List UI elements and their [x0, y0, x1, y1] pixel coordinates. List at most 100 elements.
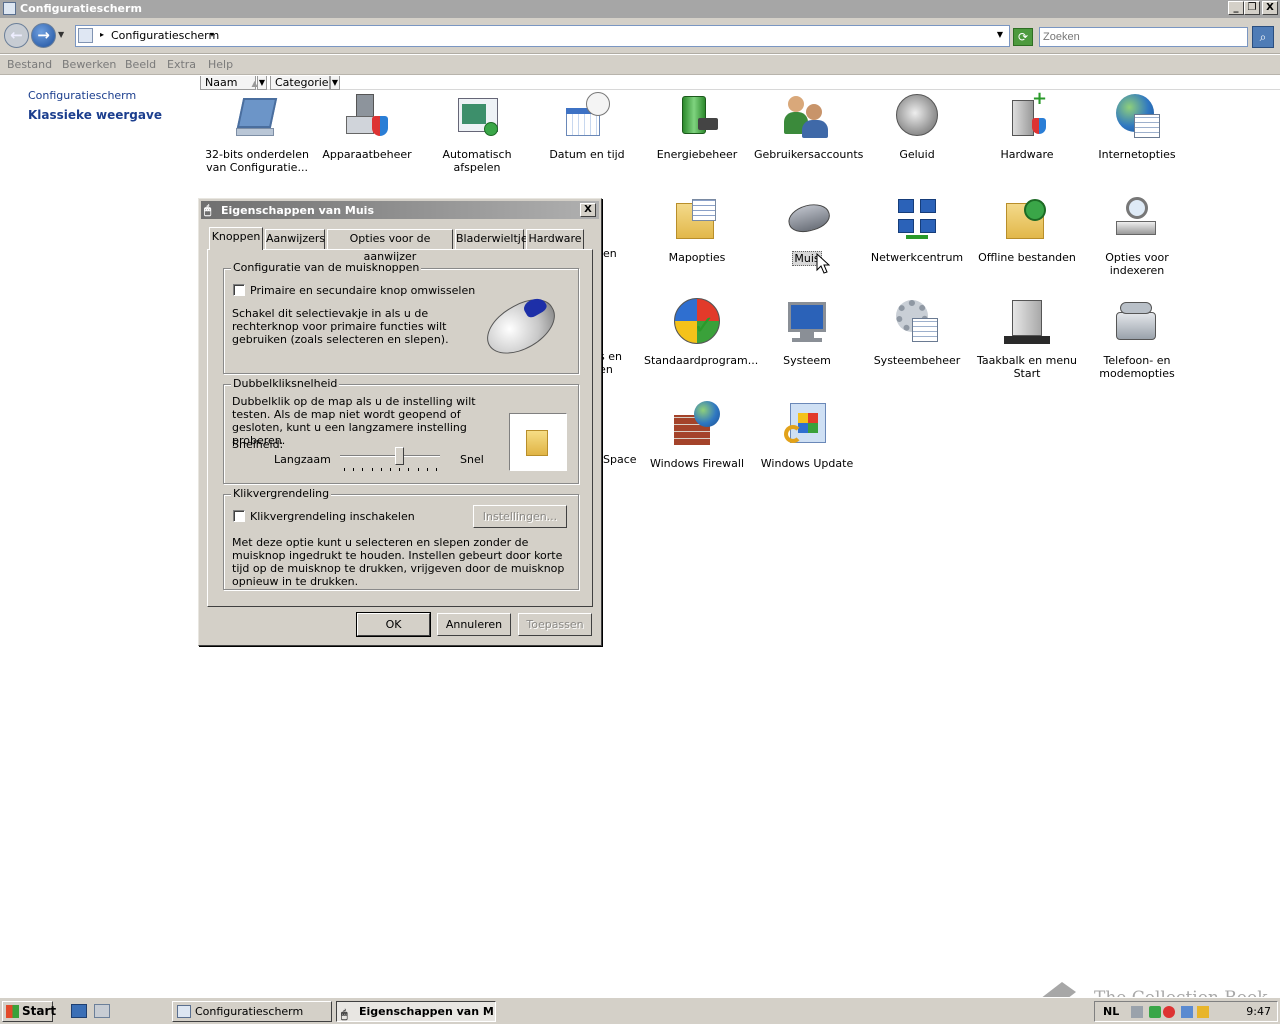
menu-tools[interactable]: Extra: [167, 58, 196, 71]
task-label: Configuratiescherm: [195, 1005, 304, 1018]
item-phone-modem[interactable]: Telefoon- en modemopties: [1082, 296, 1192, 386]
item-label: Mapopties: [668, 251, 726, 264]
ok-button[interactable]: OK: [357, 613, 430, 636]
dialog-close-button[interactable]: X: [580, 203, 596, 217]
close-button[interactable]: X: [1262, 1, 1278, 15]
tab-hardware[interactable]: Hardware: [526, 229, 584, 249]
menu-view[interactable]: Beeld: [125, 58, 156, 71]
item-label: Internetopties: [1098, 148, 1176, 161]
default-programs-icon: ✓: [672, 298, 722, 348]
control-panel-home-link[interactable]: Configuratiescherm: [28, 89, 136, 102]
back-button[interactable]: ←: [4, 23, 29, 48]
menu-file[interactable]: Bestand: [7, 58, 52, 71]
search-button[interactable]: ⌕: [1252, 26, 1274, 48]
folder-options-icon: [672, 195, 722, 245]
swap-buttons-label[interactable]: Primaire en secundaire knop omwisselen: [250, 284, 475, 297]
slider-tick: [399, 468, 401, 471]
show-desktop-icon[interactable]: [71, 1004, 87, 1018]
column-name[interactable]: Naam ▲: [200, 76, 258, 90]
item-32bit[interactable]: 32-bits onderdelen van Configuratie...: [202, 90, 312, 180]
slider-tick: [371, 468, 373, 471]
mouse-icon: 🖱: [204, 203, 212, 217]
switch-windows-icon[interactable]: [94, 1004, 110, 1018]
refresh-button[interactable]: ⟳: [1013, 28, 1033, 46]
column-name-dropdown[interactable]: ▼: [257, 76, 267, 90]
item-taskbar-start[interactable]: Taakbalk en menu Start: [972, 296, 1082, 386]
breadcrumb[interactable]: Configuratiescherm: [111, 29, 219, 42]
clock: 9:47: [1246, 1005, 1271, 1018]
autoplay-icon: [452, 92, 502, 142]
item-default-programs[interactable]: ✓ Standaardprogram...: [642, 296, 758, 386]
forward-button[interactable]: →: [31, 23, 56, 48]
double-click-speed-slider[interactable]: [340, 447, 440, 471]
item-sound[interactable]: Geluid: [862, 90, 972, 180]
click-lock-checkbox[interactable]: [233, 510, 245, 522]
click-lock-settings-button[interactable]: Instellingen...: [473, 505, 567, 528]
control-panel-icon: [177, 1005, 191, 1018]
item-windows-update[interactable]: Windows Update: [752, 399, 862, 489]
start-button[interactable]: Start: [2, 1001, 56, 1022]
item-label: Geluid: [899, 148, 935, 161]
chevron-down-icon[interactable]: ▾: [210, 30, 214, 39]
item-label: 32-bits onderdelen van Configuratie...: [205, 148, 309, 174]
item-mouse[interactable]: Muis: [752, 193, 862, 283]
mouse-icon: [782, 195, 833, 245]
forward-arrow-icon: →: [37, 26, 50, 44]
tab-pointer-options[interactable]: Opties voor de aanwijzer: [327, 229, 453, 263]
tab-pointers[interactable]: Aanwijzers: [265, 229, 325, 249]
test-folder-area[interactable]: [509, 413, 567, 471]
item-system[interactable]: Systeem: [752, 296, 862, 386]
taskbar-button-mouse-properties[interactable]: 🖱 Eigenschappen van M...: [336, 1001, 496, 1022]
menu-help[interactable]: Help: [208, 58, 233, 71]
search-input[interactable]: [1039, 27, 1248, 47]
column-category[interactable]: Categorie: [270, 76, 330, 90]
click-lock-description: Met deze optie kunt u selecteren en slep…: [232, 536, 565, 588]
click-lock-label[interactable]: Klikvergrendeling inschakelen: [250, 510, 415, 523]
tab-wheel[interactable]: Bladerwieltje: [455, 229, 528, 249]
alert-icon[interactable]: [1163, 1006, 1175, 1018]
item-folder-options[interactable]: Mapopties: [642, 193, 752, 283]
language-indicator[interactable]: NL: [1103, 1005, 1119, 1018]
item-power[interactable]: Energiebeheer: [642, 90, 752, 180]
address-dropdown-icon[interactable]: ▼: [997, 30, 1003, 39]
item-windows-firewall[interactable]: Windows Firewall: [642, 399, 752, 489]
item-internet-options[interactable]: Internetopties: [1082, 90, 1192, 180]
item-hardware[interactable]: + Hardware: [972, 90, 1082, 180]
restore-button[interactable]: ❐: [1244, 1, 1260, 15]
item-autoplay[interactable]: Automatisch afspelen: [422, 90, 532, 180]
swap-buttons-description: Schakel dit selectievakje in als u de re…: [232, 307, 449, 346]
mouse-cursor-icon: [816, 253, 830, 274]
swap-buttons-checkbox[interactable]: [233, 284, 245, 296]
column-category-dropdown[interactable]: ▼: [330, 76, 340, 90]
cancel-button[interactable]: Annuleren: [437, 613, 511, 636]
classic-view-link[interactable]: Klassieke weergave: [28, 108, 162, 122]
search-icon: ⌕: [1259, 30, 1267, 44]
security-icon[interactable]: [1149, 1006, 1161, 1018]
fast-label: Snel: [460, 453, 484, 466]
slider-thumb[interactable]: [394, 447, 404, 465]
chevron-right-icon[interactable]: ▸: [100, 30, 104, 39]
volume-icon[interactable]: [1197, 1006, 1209, 1018]
item-network-center[interactable]: Netwerkcentrum: [862, 193, 972, 283]
item-user-accounts[interactable]: Gebruikersaccounts: [752, 90, 863, 180]
item-offline-files[interactable]: Offline bestanden: [972, 193, 1082, 283]
apply-button[interactable]: Toepassen: [518, 613, 592, 636]
network-icon[interactable]: [1181, 1006, 1193, 1018]
item-label: Telefoon- en modemopties: [1099, 354, 1175, 380]
item-device-manager[interactable]: Apparaatbeheer: [312, 90, 422, 180]
item-administrative-tools[interactable]: Systeembeheer: [862, 296, 972, 386]
item-date-time[interactable]: Datum en tijd: [532, 90, 642, 180]
recent-pages-dropdown[interactable]: ▼: [58, 30, 64, 39]
address-field[interactable]: ▸ Configuratiescherm ▾ ▼: [75, 25, 1010, 47]
mouse-icon: 🖱: [341, 1008, 348, 1021]
tab-buttons[interactable]: Knoppen: [209, 227, 263, 250]
item-label: Systeem: [783, 354, 831, 367]
item-label: Taakbalk en menu Start: [976, 354, 1078, 380]
menu-edit[interactable]: Bewerken: [62, 58, 116, 71]
minimize-button[interactable]: _: [1228, 1, 1244, 15]
taskbar-button-control-panel[interactable]: Configuratiescherm: [172, 1001, 332, 1022]
slider-track: [340, 455, 440, 457]
item-indexing-options[interactable]: Opties voor indexeren: [1082, 193, 1192, 283]
keyboard-icon[interactable]: [1131, 1006, 1143, 1018]
item-label: Hardware: [1000, 148, 1054, 161]
